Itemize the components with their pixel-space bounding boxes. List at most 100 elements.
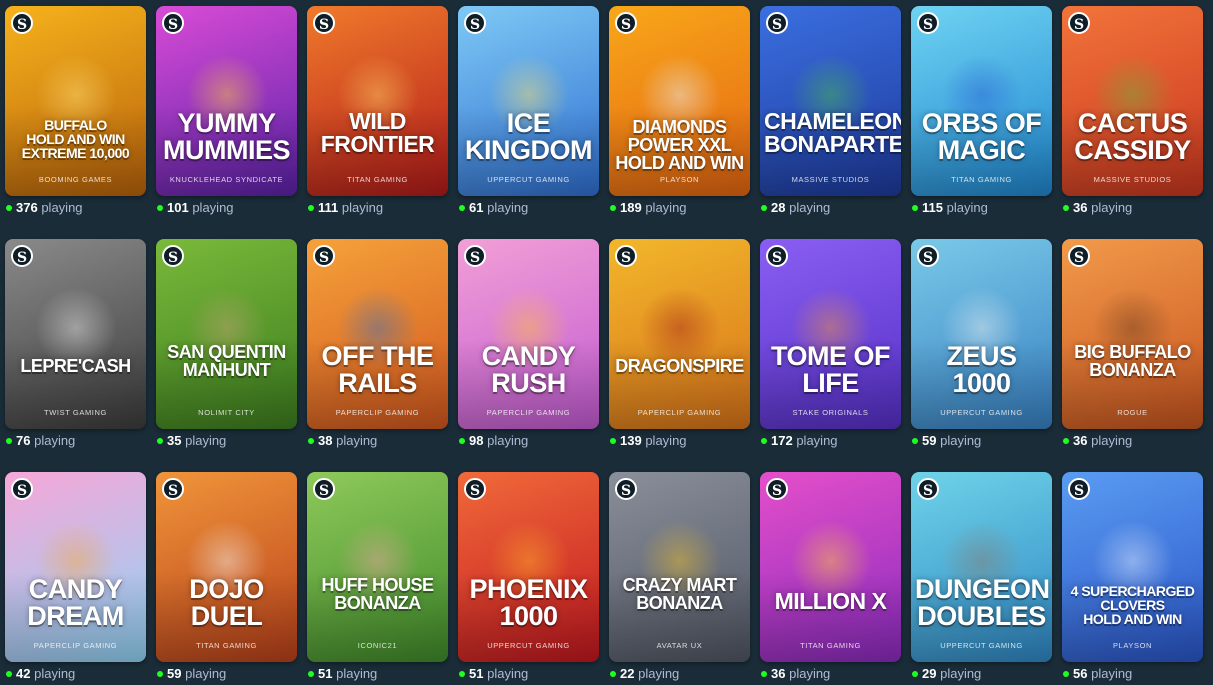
game-card[interactable]: S MILLION X TITAN GAMING [760,472,901,662]
game-title-line: FRONTIER [320,131,435,157]
game-thumbnail [307,239,448,429]
game-provider: TWIST GAMING [44,408,107,417]
player-count-label: playing [645,433,687,448]
player-count-value: 115 [922,200,943,215]
game-title-line: RAILS [338,368,417,398]
game-title: CANDY DREAM [9,576,142,630]
game-title: BIG BUFFALO BONANZA [1066,343,1199,379]
game-title: 4 SUPERCHARGED CLOVERS HOLD AND WIN [1066,584,1199,626]
player-count: 38 playing [308,433,377,449]
game-provider: AVATAR UX [656,641,703,650]
game-card[interactable]: S CANDY DREAM PAPERCLIP GAMING [5,472,146,662]
live-dot-icon [912,204,918,211]
game-title-line: ORBS OF [921,108,1042,138]
game-provider: TITAN GAMING [196,641,257,650]
game-card[interactable]: S ORBS OF MAGIC TITAN GAMING [911,6,1052,196]
game-provider: UPPERCUT GAMING [487,641,570,650]
game-title: ORBS OF MAGIC [915,110,1048,164]
player-count: 22 playing [610,666,679,682]
game-card[interactable]: S WILD FRONTIER TITAN GAMING [307,6,448,196]
player-count-value: 29 [922,666,937,681]
game-thumbnail [458,472,599,662]
game-card[interactable]: S DIAMONDS POWER XXL HOLD AND WIN PLAYSON [609,6,750,196]
game-card[interactable]: S YUMMY MUMMIES KNUCKLEHEAD SYNDICATE [156,6,297,196]
game-card[interactable]: S LEPRE'CASH TWIST GAMING [5,239,146,429]
game-title: YUMMY MUMMIES [160,110,293,164]
game-provider: UPPERCUT GAMING [487,175,570,184]
live-dot-icon [610,437,616,444]
game-thumbnail [1062,239,1203,429]
stake-logo-icon: S [162,478,184,500]
player-count-label: playing [487,433,529,448]
game-card[interactable]: S BIG BUFFALO BONANZA ROGUE [1062,239,1203,429]
player-count-label: playing [487,200,529,215]
player-count-label: playing [946,200,988,215]
game-title: WILD FRONTIER [311,110,444,156]
game-card[interactable]: S ICE KINGDOM UPPERCUT GAMING [458,6,599,196]
live-dot-icon [1063,437,1069,444]
player-count-value: 59 [167,666,182,681]
game-provider: UPPERCUT GAMING [940,408,1023,417]
game-card[interactable]: S DOJO DUEL TITAN GAMING [156,472,297,662]
game-title-line: ICE [506,108,551,138]
game-title-line: CLOVERS [1100,597,1165,613]
game-title: MILLION X [764,590,897,613]
game-card[interactable]: S 4 SUPERCHARGED CLOVERS HOLD AND WIN PLAYSO… [1062,472,1203,662]
game-card[interactable]: S CRAZY MART BONANZA AVATAR UX [609,472,750,662]
game-card[interactable]: S CANDY RUSH PAPERCLIP GAMING [458,239,599,429]
player-count-label: playing [796,433,838,448]
game-title-line: MILLION X [774,588,887,614]
player-count-value: 36 [771,666,786,681]
game-title-line: KINGDOM [465,135,593,165]
live-dot-icon [157,670,163,677]
player-count-value: 111 [318,200,339,215]
game-title-line: PHOENIX [469,574,588,604]
game-title: LEPRE'CASH [9,357,142,375]
player-count-value: 139 [620,433,642,448]
game-title-line: MAGIC [937,135,1026,165]
game-title-line: BUFFALO [44,117,107,133]
game-provider: TITAN GAMING [347,175,408,184]
game-card[interactable]: S CHAMELEON BONAPARTE MASSIVE STUDIOS [760,6,901,196]
game-card[interactable]: S PHOENIX 1000 UPPERCUT GAMING [458,472,599,662]
live-dot-icon [610,670,616,677]
live-dot-icon [308,204,314,211]
game-title-line: 4 SUPERCHARGED [1070,583,1195,599]
game-title-line: DOUBLES [917,601,1046,631]
stake-logo-icon: S [464,12,486,34]
game-title-line: BONANZA [1089,360,1176,380]
player-count-value: 376 [16,200,38,215]
game-thumbnail [609,239,750,429]
game-card[interactable]: S DUNGEON DOUBLES UPPERCUT GAMING [911,472,1052,662]
game-card[interactable]: S DRAGONSPIRE PAPERCLIP GAMING [609,239,750,429]
game-thumbnail [156,6,297,196]
game-card[interactable]: S HUFF HOUSE BONANZA ICONIC21 [307,472,448,662]
player-count-value: 51 [318,666,333,681]
game-title: CRAZY MART BONANZA [613,576,746,612]
stake-logo-icon: S [766,12,788,34]
game-title-line: RUSH [491,368,566,398]
game-card[interactable]: S OFF THE RAILS PAPERCLIP GAMING [307,239,448,429]
player-count: 51 playing [308,666,377,682]
player-count-value: 101 [167,200,189,215]
game-card[interactable]: S CACTUS CASSIDY MASSIVE STUDIOS [1062,6,1203,196]
player-count-value: 35 [167,433,182,448]
player-count-label: playing [1091,666,1133,681]
game-provider: PAPERCLIP GAMING [33,641,118,650]
live-dot-icon [459,437,465,444]
player-count-label: playing [487,666,529,681]
game-thumbnail [1062,472,1203,662]
game-provider: NOLIMIT CITY [198,408,255,417]
stake-logo-icon: S [1068,478,1090,500]
player-count-value: 61 [469,200,484,215]
game-title-line: POWER XXL [627,135,732,155]
player-count-label: playing [1091,200,1133,215]
game-card[interactable]: S BUFFALO HOLD AND WIN EXTREME 10,000 BOOMIN… [5,6,146,196]
game-card[interactable]: S ZEUS 1000 UPPERCUT GAMING [911,239,1052,429]
player-count-value: 28 [771,200,786,215]
player-count: 139 playing [610,433,687,449]
game-title-line: HOLD AND WIN [615,153,744,173]
game-card[interactable]: S TOME OF LIFE STAKE ORIGINALS [760,239,901,429]
game-card[interactable]: S SAN QUENTIN MANHUNT NOLIMIT CITY [156,239,297,429]
game-thumbnail [911,472,1052,662]
